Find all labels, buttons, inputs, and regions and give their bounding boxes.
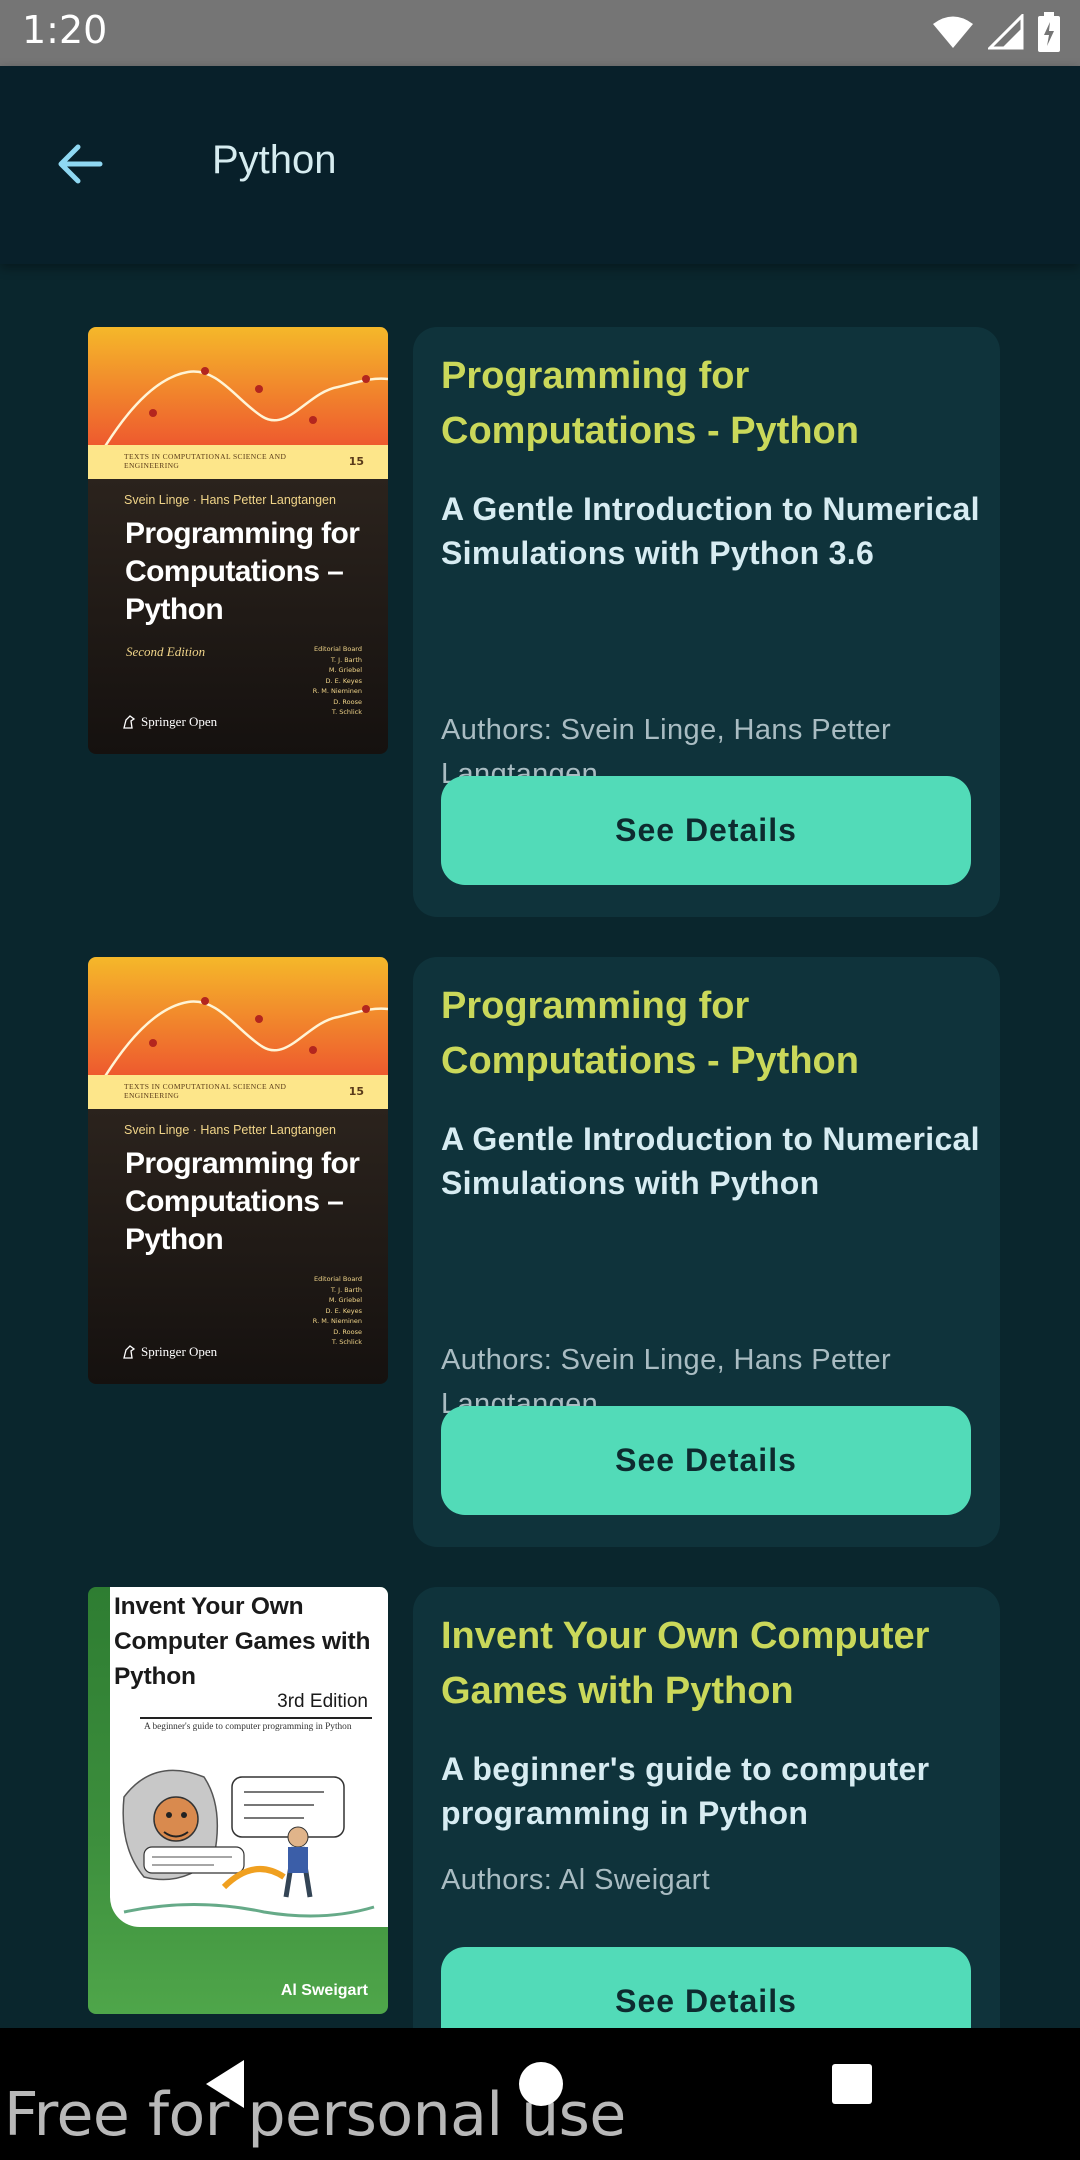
cover-authors: Svein Linge · Hans Petter Langtangen	[124, 493, 336, 507]
book-cover[interactable]: TEXTS IN COMPUTATIONAL SCIENCE AND ENGIN…	[88, 327, 388, 754]
board-line: D. Roose	[333, 1327, 362, 1336]
wifi-icon	[933, 16, 973, 48]
board-line: D. Roose	[333, 697, 362, 706]
page-title: Python	[212, 138, 337, 182]
cover-series: TEXTS IN COMPUTATIONAL SCIENCE AND ENGIN…	[124, 1082, 287, 1100]
cover-series-band: TEXTS IN COMPUTATIONAL SCIENCE AND ENGIN…	[88, 1075, 388, 1109]
status-time: 1:20	[22, 8, 108, 52]
board-line: T. Schlick	[331, 708, 362, 716]
list-item: Invent Your Own Computer Games with Pyth…	[88, 1587, 1000, 2028]
back-button[interactable]	[50, 134, 110, 194]
recents-square-icon[interactable]	[822, 2054, 882, 2114]
cover-editorial-board: Editorial Board T. J. Barth M. Griebel D…	[313, 1274, 362, 1348]
board-line: D. E. Keyes	[325, 676, 362, 685]
board-line: D. E. Keyes	[325, 1306, 362, 1315]
cover-edition: Second Edition	[126, 644, 206, 659]
book-subtitle: A Gentle Introduction to Numerical Simul…	[441, 1121, 980, 1201]
cover-graph	[88, 327, 388, 462]
cover-series-number: 15	[348, 455, 364, 468]
status-bar: 1:20	[0, 0, 1080, 66]
publisher-label: Springer Open	[141, 714, 218, 729]
board-line: T. Schlick	[331, 1338, 362, 1346]
see-details-button[interactable]: See Details	[441, 1947, 971, 2028]
cover-publisher: Springer Open	[122, 714, 217, 730]
book-title: Programming for Computations - Python	[441, 355, 859, 452]
list-item: TEXTS IN COMPUTATIONAL SCIENCE AND ENGIN…	[88, 957, 1000, 1547]
status-icons	[932, 12, 1060, 52]
board-line: T. J. Barth	[330, 1285, 362, 1294]
board-line: Editorial Board	[313, 1275, 362, 1283]
publisher-label: Springer Open	[141, 1344, 218, 1359]
board-line: Editorial Board	[313, 645, 362, 653]
cover-title: Programming for Computations – Python	[125, 1147, 360, 1256]
watermark: Free for personal use	[4, 2080, 626, 2150]
cover-author: Al Sweigart	[280, 1982, 368, 1999]
see-details-button[interactable]: See Details	[441, 776, 971, 885]
book-title: Invent Your Own Computer Games with Pyth…	[441, 1615, 930, 1712]
book-authors: Authors: Al Sweigart	[441, 1864, 711, 1896]
cover-series: TEXTS IN COMPUTATIONAL SCIENCE AND ENGIN…	[124, 452, 287, 470]
battery-icon	[1038, 12, 1060, 52]
cover-editorial-board: Editorial Board T. J. Barth M. Griebel D…	[313, 644, 362, 718]
list-item: TEXTS IN COMPUTATIONAL SCIENCE AND ENGIN…	[88, 327, 1000, 917]
cover-rule	[140, 1717, 372, 1719]
book-card: Invent Your Own Computer Games with Pyth…	[413, 1587, 1000, 2028]
book-cover[interactable]: Invent Your Own Computer Games with Pyth…	[88, 1587, 388, 2014]
book-subtitle: A beginner's guide to computer programmi…	[441, 1751, 930, 1831]
cover-authors: Svein Linge · Hans Petter Langtangen	[124, 1123, 336, 1137]
cover-edition: 3rd Edition	[277, 1691, 368, 1712]
cover-tagline: A beginner's guide to computer programmi…	[144, 1722, 352, 1732]
springer-horse-icon	[123, 715, 136, 729]
cover-title: Invent Your Own Computer Games with Pyth…	[114, 1593, 371, 1690]
see-details-button[interactable]: See Details	[441, 1406, 971, 1515]
cover-graph	[88, 957, 388, 1092]
cover-paper: Invent Your Own Computer Games with Pyth…	[110, 1587, 388, 1927]
board-line: R. M. Nieminen	[312, 687, 362, 695]
book-subtitle: A Gentle Introduction to Numerical Simul…	[441, 491, 980, 571]
book-list[interactable]: TEXTS IN COMPUTATIONAL SCIENCE AND ENGIN…	[0, 264, 1080, 2028]
book-cover[interactable]: TEXTS IN COMPUTATIONAL SCIENCE AND ENGIN…	[88, 957, 388, 1384]
cover-publisher: Springer Open	[122, 1344, 217, 1360]
board-line: T. J. Barth	[330, 655, 362, 664]
book-title: Programming for Computations - Python	[441, 985, 859, 1082]
springer-horse-icon	[123, 1345, 136, 1359]
cover-illustration	[122, 1769, 375, 1918]
board-line: R. M. Nieminen	[312, 1317, 362, 1325]
board-line: M. Griebel	[328, 1296, 362, 1304]
cover-body: Svein Linge · Hans Petter Langtangen Pro…	[88, 479, 388, 754]
app-bar: Python	[0, 66, 1080, 264]
arrow-left-icon	[58, 144, 103, 184]
board-line: M. Griebel	[328, 666, 362, 674]
book-card: Programming for Computations - Python A …	[413, 327, 1000, 917]
cover-body: Svein Linge · Hans Petter Langtangen Pro…	[88, 1109, 388, 1384]
cover-series-number: 15	[348, 1085, 364, 1098]
cover-title: Programming for Computations – Python	[125, 517, 360, 626]
cover-series-band: TEXTS IN COMPUTATIONAL SCIENCE AND ENGIN…	[88, 445, 388, 479]
cellular-signal-icon	[988, 14, 1024, 50]
book-card: Programming for Computations - Python A …	[413, 957, 1000, 1547]
